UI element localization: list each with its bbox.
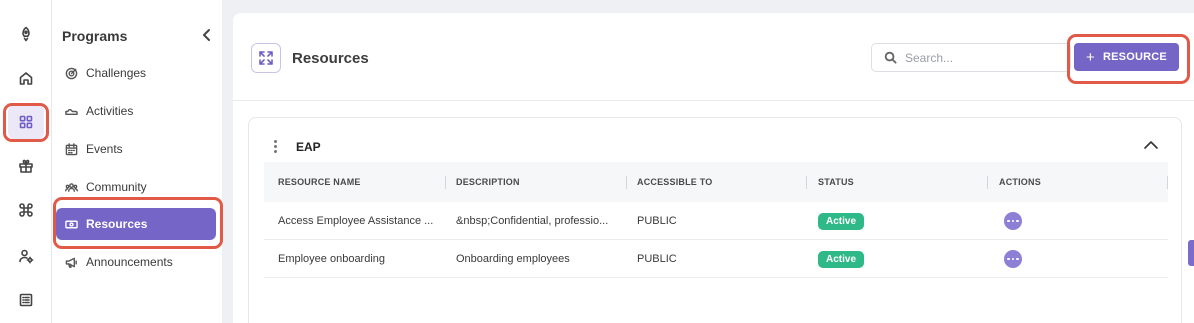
sidebar-item-label: Community — [86, 180, 147, 194]
table-row[interactable]: Employee onboarding Onboarding employees… — [264, 240, 1168, 278]
list-icon[interactable] — [8, 282, 44, 318]
sidebar-item-label: Resources — [86, 217, 148, 231]
column-header[interactable]: RESOURCE NAME — [278, 162, 361, 202]
column-divider — [987, 176, 988, 189]
cell-actions — [1004, 202, 1022, 240]
calendar-icon — [64, 142, 78, 156]
sidebar-item-challenges[interactable]: Challenges — [56, 57, 216, 89]
grid-icon[interactable] — [8, 104, 44, 140]
sidebar-item-community[interactable]: Community — [56, 171, 216, 203]
sidebar-item-label: Challenges — [86, 66, 147, 80]
user-settings-icon[interactable] — [8, 238, 44, 274]
collapse-chevron-up-icon[interactable] — [1143, 138, 1159, 150]
search-box[interactable] — [871, 43, 1071, 72]
cell-description: &nbsp;Confidential, professio... — [456, 215, 609, 227]
sidebar-item-label: Announcements — [86, 255, 173, 269]
programs-sidebar: Programs Challenges Activities Events Co… — [52, 0, 222, 323]
sidebar-item-announcements[interactable]: Announcements — [56, 246, 216, 278]
column-divider — [1167, 176, 1168, 189]
table-row[interactable]: Access Employee Assistance ... &nbsp;Con… — [264, 202, 1168, 240]
column-header[interactable]: ACCESSIBLE TO — [637, 162, 712, 202]
table-header: RESOURCE NAME DESCRIPTION ACCESSIBLE TO … — [264, 162, 1168, 202]
column-header[interactable]: DESCRIPTION — [456, 162, 520, 202]
sidebar-item-resources[interactable]: Resources — [56, 208, 216, 240]
more-actions-icon[interactable] — [1004, 212, 1022, 230]
cell-resource-name: Access Employee Assistance ... — [278, 215, 434, 227]
rocket-icon[interactable] — [8, 16, 44, 52]
column-header[interactable]: ACTIONS — [999, 162, 1041, 202]
home-icon[interactable] — [8, 60, 44, 96]
megaphone-icon — [64, 255, 78, 269]
page-header: Resources + RESOURCE — [233, 13, 1194, 101]
shoe-icon — [64, 104, 78, 118]
drag-handle-icon[interactable] — [271, 140, 279, 156]
command-icon[interactable] — [8, 192, 44, 228]
cell-status: Active — [818, 240, 865, 278]
add-resource-button[interactable]: + RESOURCE — [1074, 43, 1179, 71]
cell-accessible-to: PUBLIC — [637, 253, 677, 265]
cell-accessible-to: PUBLIC — [637, 215, 677, 227]
sidebar-item-activities[interactable]: Activities — [56, 95, 216, 127]
plus-icon: + — [1086, 48, 1095, 66]
target-icon — [64, 66, 78, 80]
more-actions-icon[interactable] — [1004, 250, 1022, 268]
status-badge: Active — [818, 250, 865, 268]
page-title: Resources — [292, 50, 369, 67]
eap-section: EAP RESOURCE NAME DESCRIPTION ACCESSIBLE… — [248, 117, 1182, 323]
column-divider — [626, 176, 627, 189]
side-feedback-tab[interactable] — [1188, 240, 1194, 266]
collapse-chevron-left-icon[interactable] — [200, 27, 214, 43]
main-content: Resources + RESOURCE EAP RESOURCE NAME D… — [233, 13, 1194, 323]
sidebar-item-events[interactable]: Events — [56, 133, 216, 165]
add-resource-label: RESOURCE — [1103, 51, 1167, 63]
expand-arrows-icon[interactable] — [251, 43, 281, 73]
icon-rail — [0, 0, 52, 323]
sidebar-item-label: Events — [86, 142, 123, 156]
gift-icon[interactable] — [8, 148, 44, 184]
column-header[interactable]: STATUS — [818, 162, 854, 202]
sidebar-title: Programs — [62, 28, 128, 44]
cell-resource-name: Employee onboarding — [278, 253, 386, 265]
cell-description: Onboarding employees — [456, 253, 570, 265]
search-icon — [884, 51, 897, 64]
column-divider — [806, 176, 807, 189]
cell-status: Active — [818, 202, 865, 240]
section-title: EAP — [296, 140, 321, 154]
people-icon — [64, 180, 78, 194]
search-input[interactable] — [905, 50, 1055, 65]
money-icon — [64, 217, 78, 231]
status-badge: Active — [818, 212, 865, 230]
sidebar-item-label: Activities — [86, 104, 134, 118]
cell-actions — [1004, 240, 1022, 278]
column-divider — [445, 176, 446, 189]
